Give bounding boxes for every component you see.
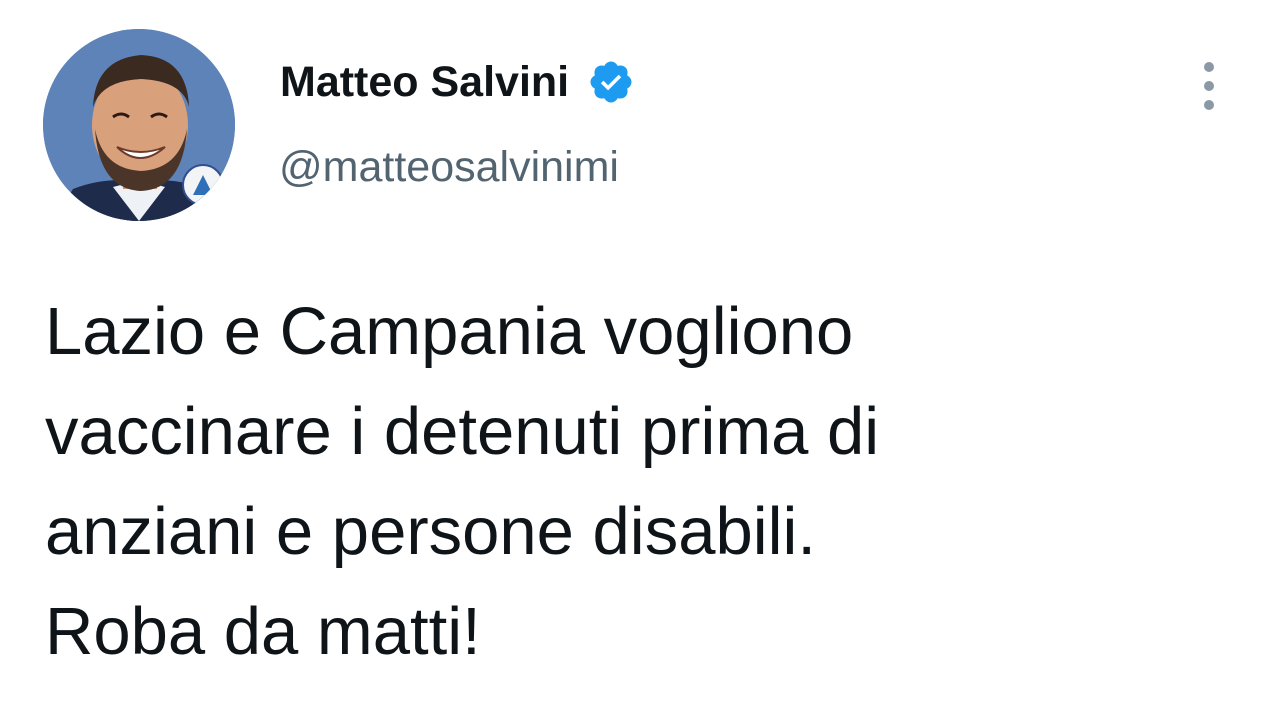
author-name-row: Matteo Salvini — [280, 52, 635, 112]
avatar-image — [43, 29, 235, 221]
avatar[interactable] — [43, 29, 235, 221]
tweet-card: Matteo Salvini @matteosalvinimi Lazio e … — [0, 0, 1280, 707]
author-handle[interactable]: @matteosalvinimi — [279, 143, 619, 192]
tweet-text: Lazio e Campania vogliono vaccinare i de… — [45, 294, 880, 669]
verified-badge-icon — [587, 58, 635, 106]
more-options-icon[interactable] — [1196, 60, 1222, 112]
author-display-name[interactable]: Matteo Salvini — [280, 58, 569, 107]
